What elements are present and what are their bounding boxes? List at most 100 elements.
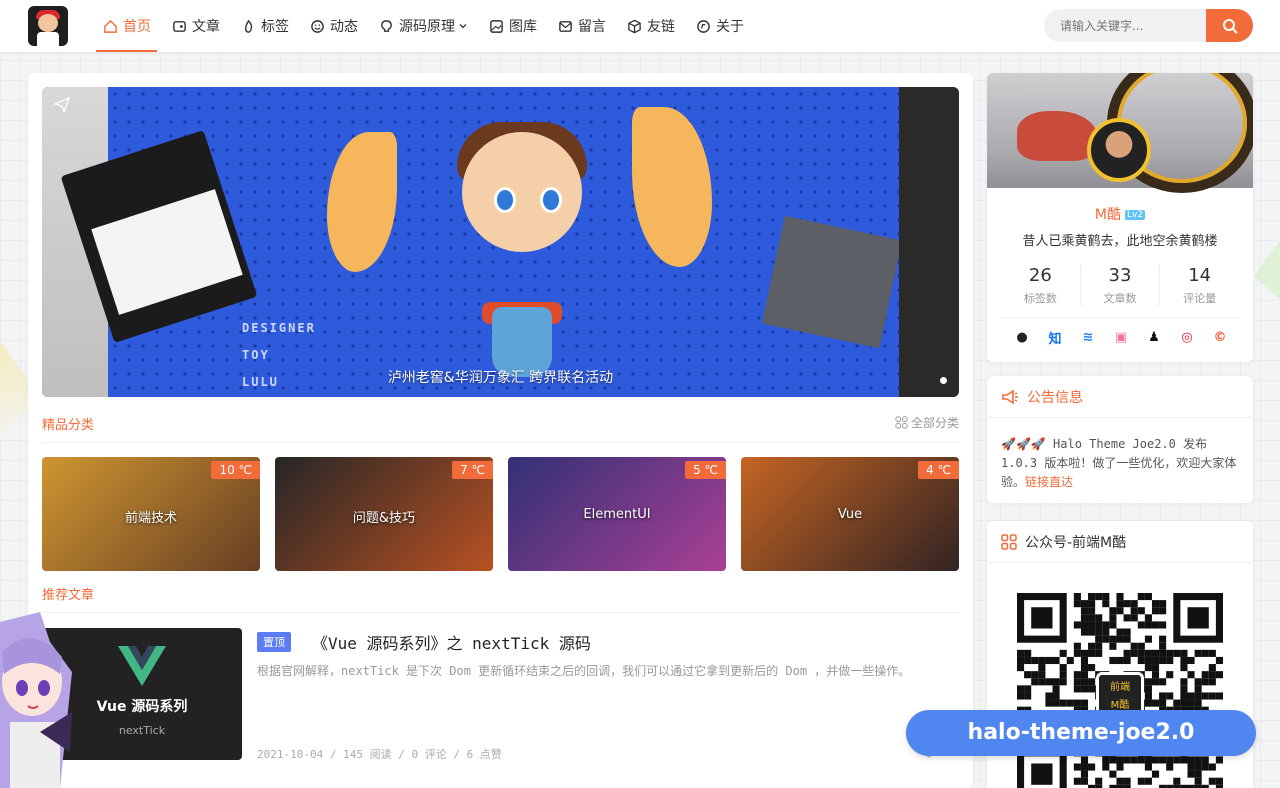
category-temp-badge: 10 ℃ (211, 461, 260, 479)
bulb-icon (378, 18, 394, 34)
nav-label: 文章 (192, 19, 220, 35)
pinned-badge: 置顶 (257, 632, 291, 652)
author-stats: 26 标签数 33 文章数 14 评论量 (1001, 265, 1239, 306)
fire-icon (240, 18, 256, 34)
wechat-qr-code: 前端 M酷 (1017, 593, 1223, 788)
bilibili-icon[interactable]: ▣ (1110, 326, 1132, 348)
category-card[interactable]: 7 ℃ 问题&技巧 (275, 457, 493, 571)
article-title[interactable]: 《Vue 源码系列》之 nextTick 源码 (312, 630, 591, 654)
grid-icon (1001, 533, 1017, 550)
megaphone-icon (1002, 389, 1018, 404)
nav-label: 友链 (647, 19, 675, 35)
stat-item: 26 标签数 (1001, 265, 1081, 306)
nav-label: 图库 (509, 19, 537, 35)
cube-icon (626, 18, 642, 34)
stat-number: 14 (1188, 265, 1212, 286)
live2d-mascot[interactable] (0, 612, 72, 788)
search-input[interactable] (1044, 9, 1206, 42)
carousel-dot[interactable] (940, 377, 947, 384)
juejin-icon[interactable]: ≋ (1077, 326, 1099, 348)
stat-label: 标签数 (1023, 292, 1057, 305)
divider (42, 612, 959, 613)
main-content: DESIGNER TOY LULU 泸州老窖&华润万象汇 跨界联名活动 精品分类 全… (28, 73, 973, 788)
category-name: 问题&技巧 (352, 511, 416, 526)
home-icon (102, 18, 118, 34)
author-name[interactable]: M酷 Lv2 (987, 204, 1253, 224)
search-icon (1222, 18, 1238, 34)
nav-item-5[interactable]: 图库 (478, 0, 547, 52)
category-card[interactable]: 4 ℃ Vue (741, 457, 959, 571)
article-icon (171, 18, 187, 34)
qq-icon[interactable]: ♟ (1143, 326, 1165, 348)
category-card[interactable]: 5 ℃ ElementUI (508, 457, 726, 571)
nav-label: 关于 (716, 19, 744, 35)
featured-categories: 10 ℃ 前端技术 7 ℃ 问题&技巧 5 ℃ ElementUI 4 ℃ Vue (42, 457, 959, 571)
category-temp-badge: 4 ℃ (918, 461, 959, 479)
category-name: Vue (837, 507, 863, 522)
nav-item-0[interactable]: 首页 (92, 0, 161, 52)
stat-label: 文章数 (1103, 292, 1137, 305)
toy-head (462, 132, 582, 252)
nav-item-6[interactable]: 留言 (547, 0, 616, 52)
nav-label: 源码原理 (399, 19, 455, 35)
github-icon[interactable]: ● (1011, 326, 1033, 348)
nav-label: 首页 (123, 19, 151, 35)
image-icon (488, 18, 504, 34)
nav-label: 标签 (261, 19, 289, 35)
nav-item-7[interactable]: 友链 (616, 0, 685, 52)
search-button[interactable] (1206, 9, 1253, 42)
send-icon (54, 97, 70, 113)
category-name: 前端技术 (124, 511, 177, 526)
vue-logo-icon (118, 646, 166, 686)
search-box (1044, 9, 1253, 42)
notice-header: 公告信息 (987, 376, 1253, 418)
nav-item-1[interactable]: 文章 (161, 0, 230, 52)
site-logo[interactable] (28, 6, 68, 46)
article-thumbnail[interactable]: Vue 源码系列 nextTick (42, 628, 242, 760)
top-header: 首页 文章 标签 动态 源码原理 图库 留言 友链 关于 (0, 0, 1280, 52)
nav-item-2[interactable]: 标签 (230, 0, 299, 52)
weibo-icon[interactable]: ◎ (1176, 326, 1198, 348)
banner-caption: 泸州老窖&华润万象汇 跨界联名活动 (387, 370, 614, 386)
stat-label: 评论量 (1183, 292, 1217, 305)
featured-title: 精品分类 (42, 418, 95, 433)
category-temp-badge: 5 ℃ (685, 461, 726, 479)
hero-carousel[interactable]: DESIGNER TOY LULU 泸州老窖&华润万象汇 跨界联名活动 (42, 87, 959, 397)
notice-body: 🚀🚀🚀 Halo Theme Joe2.0 发布 1.0.3 版本啦！做了一些优… (1001, 435, 1241, 492)
author-motto: 昔人已乘黄鹤去，此地空余黄鹤楼 (1022, 234, 1218, 249)
notice-card: 公告信息 🚀🚀🚀 Halo Theme Joe2.0 发布 1.0.3 版本啦！… (987, 376, 1253, 503)
grid-icon (895, 416, 908, 429)
category-name: ElementUI (583, 507, 651, 522)
zhihu-icon[interactable]: 知 (1044, 326, 1066, 348)
nav-item-4[interactable]: 源码原理 (368, 0, 478, 52)
stat-item: 33 文章数 (1081, 265, 1161, 306)
main-nav: 首页 文章 标签 动态 源码原理 图库 留言 友链 关于 (92, 0, 754, 52)
nav-label: 动态 (330, 19, 358, 35)
avatar[interactable] (1087, 118, 1151, 182)
category-card[interactable]: 10 ℃ 前端技术 (42, 457, 260, 571)
chevron-down-icon (459, 24, 467, 29)
smile-icon (309, 18, 325, 34)
article-meta: 2021-10-04 / 145 阅读 / 0 评论 / 6 点赞 (257, 748, 502, 761)
mail-icon (557, 18, 573, 34)
category-temp-badge: 7 ℃ (452, 461, 493, 479)
author-card: M酷 Lv2 昔人已乘黄鹤去，此地空余黄鹤楼 26 标签数 33 文章数 14 评论量 ● 知… (987, 73, 1253, 362)
level-badge: Lv2 (1125, 210, 1146, 220)
stat-number: 33 (1108, 265, 1132, 286)
stat-item: 14 评论量 (1160, 265, 1239, 306)
recommend-title: 推荐文章 (42, 588, 95, 603)
nav-item-8[interactable]: 关于 (685, 0, 754, 52)
background-decoration (1254, 240, 1280, 300)
compass-icon (695, 18, 711, 34)
notice-link[interactable]: 链接直达 (1025, 475, 1073, 489)
all-categories-link[interactable]: 全部分类 (895, 414, 959, 431)
stat-number: 26 (1028, 265, 1052, 286)
article-item[interactable]: Vue 源码系列 nextTick 置顶 《Vue 源码系列》之 nextTic… (42, 628, 959, 778)
csdn-icon[interactable]: © (1209, 326, 1231, 348)
divider (42, 442, 959, 443)
nav-item-3[interactable]: 动态 (299, 0, 368, 52)
wechat-header: 公众号-前端M酷 (987, 521, 1253, 563)
social-links: ● 知 ≋ ▣ ♟ ◎ © (1011, 326, 1231, 348)
theme-name-label: halo-theme-joe2.0 (906, 710, 1256, 756)
article-excerpt: 根据官网解释，nextTick 是下次 Dom 更新循环结束之后的回调，我们可以… (257, 664, 911, 678)
